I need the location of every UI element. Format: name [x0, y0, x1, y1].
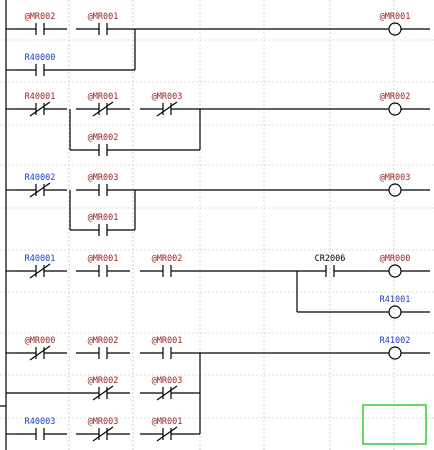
output-coil[interactable]	[388, 183, 402, 197]
coil-circle	[388, 102, 402, 116]
coil-circle	[388, 22, 402, 36]
output-coil[interactable]	[388, 346, 402, 360]
device-label: @MR001	[88, 254, 119, 264]
device-label: @MR001	[152, 417, 183, 427]
output-coil[interactable]	[388, 22, 402, 36]
no-contact[interactable]	[98, 184, 108, 196]
device-label: @MR001	[88, 92, 119, 102]
device-label: @MR001	[152, 336, 183, 346]
wire-layer	[0, 0, 430, 450]
device-label: R40003	[25, 417, 56, 427]
device-label: CR2006	[315, 254, 346, 264]
device-label: R40001	[25, 254, 56, 264]
device-label: @MR001	[88, 213, 119, 223]
device-label: @MR000	[25, 336, 56, 346]
no-contact[interactable]	[325, 265, 335, 277]
element-layer: @MR002 @MR001 @MR001 R40000 R40001 @MR001 @MR0…	[25, 12, 411, 442]
no-contact[interactable]	[35, 428, 45, 440]
device-label: @MR002	[380, 92, 411, 102]
device-label: R40000	[25, 53, 56, 63]
no-contact[interactable]	[35, 64, 45, 76]
device-label: @MR002	[152, 254, 183, 264]
no-contact[interactable]	[98, 347, 108, 359]
no-contact[interactable]	[98, 144, 108, 156]
device-label: R41002	[380, 336, 411, 346]
no-contact[interactable]	[162, 347, 172, 359]
no-contact[interactable]	[98, 265, 108, 277]
device-label: R40001	[25, 92, 56, 102]
device-label: @MR003	[380, 173, 411, 183]
device-label: @MR001	[380, 12, 411, 22]
device-label: R41001	[380, 295, 411, 305]
coil-circle	[388, 264, 402, 278]
grid-layer	[0, 0, 434, 450]
device-label: @MR003	[152, 376, 183, 386]
coil-circle	[388, 183, 402, 197]
device-label: @MR002	[88, 376, 119, 386]
output-coil[interactable]	[388, 102, 402, 116]
no-contact[interactable]	[98, 224, 108, 236]
device-label: @MR000	[380, 254, 411, 264]
device-label: @MR001	[88, 12, 119, 22]
coil-circle	[388, 305, 402, 319]
device-label: @MR002	[88, 133, 119, 143]
device-label: @MR003	[152, 92, 183, 102]
output-coil[interactable]	[388, 264, 402, 278]
device-label: R40002	[25, 173, 56, 183]
selection-cursor[interactable]	[362, 404, 427, 445]
device-label: @MR002	[25, 12, 56, 22]
device-label: @MR003	[88, 417, 119, 427]
no-contact[interactable]	[35, 23, 45, 35]
no-contact[interactable]	[162, 265, 172, 277]
ladder-diagram: @MR002 @MR001 @MR001 R40000 R40001 @MR001 @MR0…	[0, 0, 434, 450]
device-label: @MR003	[88, 173, 119, 183]
no-contact[interactable]	[98, 23, 108, 35]
output-coil[interactable]	[388, 305, 402, 319]
device-label: @MR002	[88, 336, 119, 346]
coil-circle	[388, 346, 402, 360]
